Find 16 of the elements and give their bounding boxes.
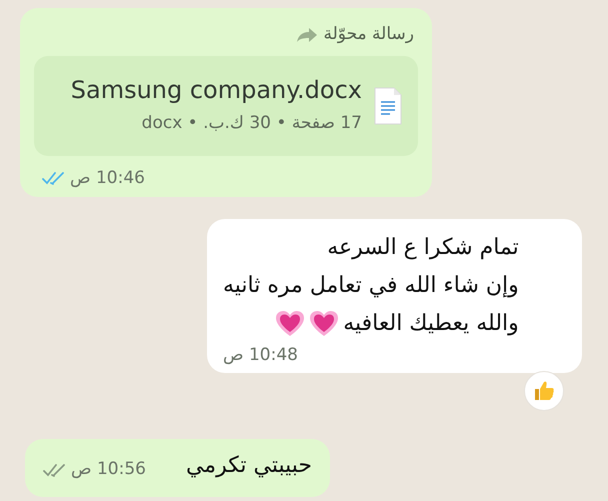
heart-icon xyxy=(309,310,340,338)
message-text: حبيبتي تكرمي xyxy=(186,452,312,480)
message-time: 10:46 ص xyxy=(70,166,145,190)
document-icon xyxy=(374,86,402,124)
file-name: Samsung company.docx xyxy=(70,74,362,105)
message-time: 10:48 ص xyxy=(223,344,298,367)
message-text: والله يعطيك العافيه xyxy=(343,310,519,338)
heart-icon xyxy=(275,310,306,338)
file-details: 17 صفحة • 30 ك.ب. • docx xyxy=(142,112,362,135)
message-text: تمام شكرا ع السرعه xyxy=(327,234,519,262)
message-time: 10:56 ص xyxy=(71,458,146,481)
forwarded-label: رسالة محوّلة xyxy=(324,23,414,46)
thumbs-up-icon xyxy=(532,378,556,402)
reaction-badge[interactable] xyxy=(524,370,564,410)
message-text: وإن شاء الله في تعامل مره ثانيه xyxy=(223,272,519,300)
forward-icon xyxy=(296,26,318,43)
